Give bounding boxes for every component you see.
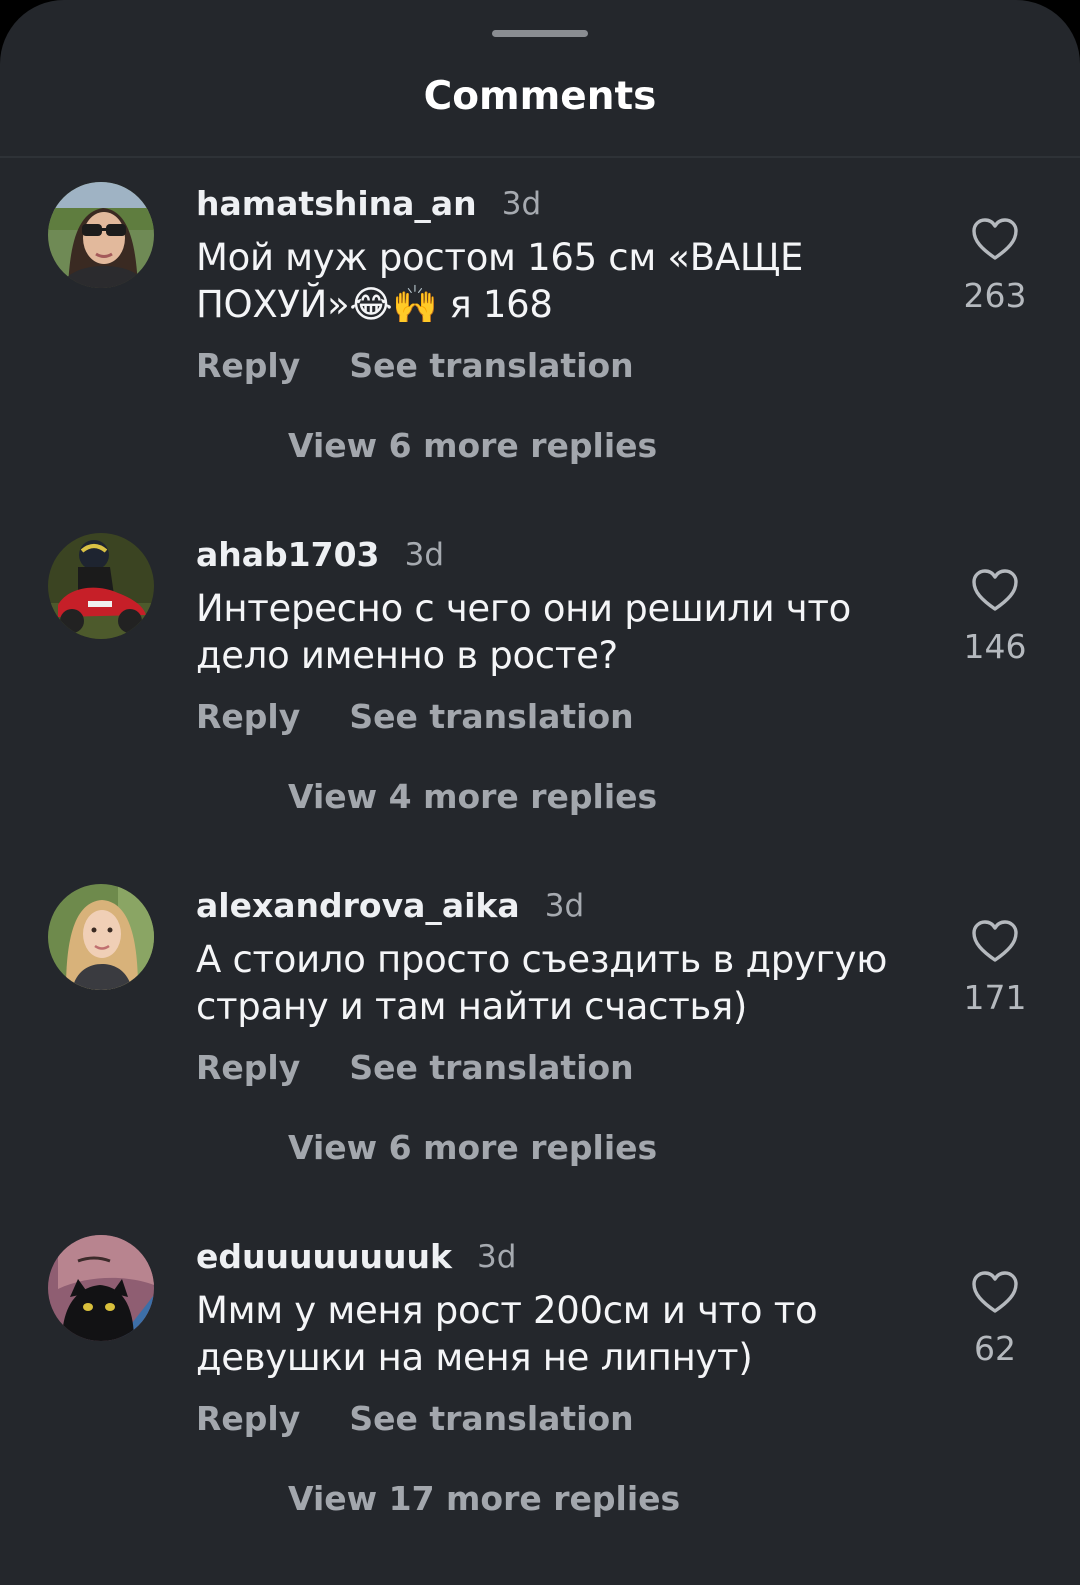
reply-button[interactable]: Reply [196,344,300,388]
header-divider [0,156,1080,158]
comment-header: ahab1703 3d [196,533,444,577]
timestamp: 3d [544,888,585,924]
comment-header: alexandrova_aika 3d [196,884,584,928]
comment-header: hamatshina_an 3d [196,182,541,226]
comment-item: hamatshina_an 3d Мой муж ростом 165 см «… [0,182,1080,532]
heart-outline-icon[interactable] [970,216,1020,262]
comment-actions: Reply See translation [196,1046,634,1090]
username[interactable]: ahab1703 [196,533,380,577]
drag-handle[interactable] [492,30,588,37]
reply-button[interactable]: Reply [196,1046,300,1090]
comment-actions: Reply See translation [196,695,634,739]
comment-actions: Reply See translation [196,344,634,388]
comment-item: eduuuuuuuuk 3d Ммм у меня рост 200см и ч… [0,1235,1080,1585]
like-count: 146 [963,627,1027,666]
comment-actions: Reply See translation [196,1397,634,1441]
view-more-replies-button[interactable]: View 6 more replies [288,424,657,468]
avatar[interactable] [48,182,154,288]
like-section: 146 [945,567,1045,669]
see-translation-button[interactable]: See translation [349,344,633,388]
comment-text: Ммм у меня рост 200см и что то девушки н… [196,1289,818,1379]
reply-button[interactable]: Reply [196,695,300,739]
like-count: 171 [963,978,1027,1017]
username[interactable]: eduuuuuuuuk [196,1235,452,1279]
see-translation-button[interactable]: See translation [349,1397,633,1441]
like-count: 263 [963,276,1027,315]
like-section: 171 [945,918,1045,1020]
heart-outline-icon[interactable] [970,918,1020,964]
comment-text: А стоило просто съездить в другую страну… [196,938,888,1028]
username[interactable]: hamatshina_an [196,182,477,226]
view-more-replies-button[interactable]: View 6 more replies [288,1126,657,1170]
timestamp: 3d [477,1239,517,1275]
like-section: 62 [945,1269,1045,1371]
comment-header: eduuuuuuuuk 3d [196,1235,516,1279]
like-count: 62 [974,1329,1016,1368]
like-section: 263 [945,216,1045,318]
sheet-title: Comments [423,74,657,119]
comment-item: alexandrova_aika 3d А стоило просто съез… [0,884,1080,1234]
avatar[interactable] [48,1235,154,1341]
comments-sheet: Comments hamatshina_an 3d Мой муж ростом… [0,0,1080,1585]
see-translation-button[interactable]: See translation [349,695,633,739]
reply-button[interactable]: Reply [196,1397,300,1441]
comment-item: ahab1703 3d Интересно с чего они решили … [0,533,1080,883]
heart-outline-icon[interactable] [970,567,1020,613]
comment-text: Интересно с чего они решили что дело име… [196,587,851,677]
username[interactable]: alexandrova_aika [196,884,520,928]
heart-outline-icon[interactable] [970,1269,1020,1315]
see-translation-button[interactable]: See translation [349,1046,633,1090]
avatar[interactable] [48,884,154,990]
comment-text: Мой муж ростом 165 см «ВАЩЕ ПОХУЙ»😂🙌 я 1… [196,236,804,326]
view-more-replies-button[interactable]: View 17 more replies [288,1477,680,1521]
avatar[interactable] [48,533,154,639]
timestamp: 3d [501,186,542,222]
view-more-replies-button[interactable]: View 4 more replies [288,775,657,819]
timestamp: 3d [404,537,444,573]
